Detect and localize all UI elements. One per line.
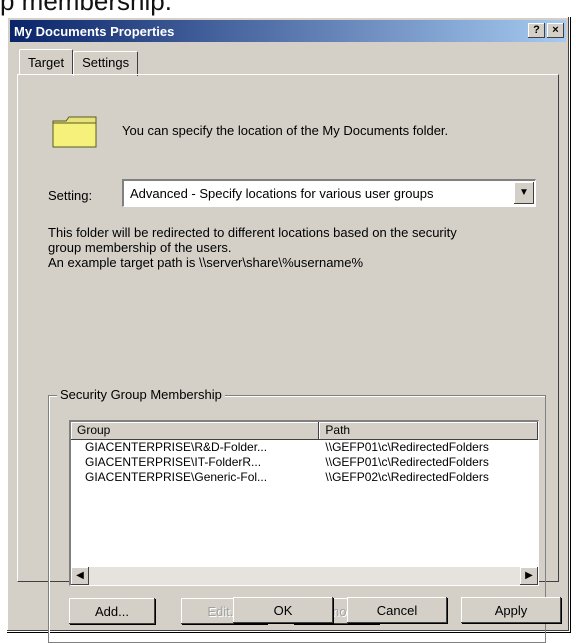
cancel-button[interactable]: Cancel <box>347 597 447 623</box>
title-bar[interactable]: My Documents Properties ? × <box>10 20 566 42</box>
table-row[interactable]: GIACENTERPRISE\R&D-Folder... \\GEFP01\c\… <box>71 440 538 455</box>
setting-label: Setting: <box>48 188 93 203</box>
path-cell: \\GEFP01\c\RedirectedFolders <box>325 440 489 454</box>
add-button[interactable]: Add... <box>69 598 155 624</box>
caption-text: p membership. <box>0 0 172 16</box>
column-path[interactable]: Path <box>319 422 538 440</box>
setting-dropdown[interactable]: Advanced - Specify locations for various… <box>122 179 536 207</box>
apply-button[interactable]: Apply <box>461 597 561 623</box>
scroll-right-icon[interactable]: ▶ <box>520 567 538 585</box>
column-group[interactable]: Group <box>71 422 320 440</box>
close-button[interactable]: × <box>547 23 564 38</box>
folder-icon <box>52 116 97 148</box>
tab-target[interactable]: Target <box>19 49 74 74</box>
description-line: This folder will be redirected to differ… <box>48 225 457 240</box>
path-cell: \\GEFP01\c\RedirectedFolders <box>325 455 489 469</box>
setting-value: Advanced - Specify locations for various… <box>130 186 434 201</box>
ok-button[interactable]: OK <box>233 597 333 623</box>
horizontal-scrollbar[interactable]: ◀ ▶ <box>71 567 538 585</box>
table-row[interactable]: GIACENTERPRISE\Generic-Fol... \\GEFP02\c… <box>71 470 538 485</box>
intro-text: You can specify the location of the My D… <box>122 123 449 138</box>
path-cell: \\GEFP02\c\RedirectedFolders <box>325 470 489 484</box>
tab-strip: Target Settings <box>19 49 139 76</box>
group-cell: GIACENTERPRISE\IT-FolderR... <box>85 455 262 469</box>
group-cell: GIACENTERPRISE\Generic-Fol... <box>85 470 268 484</box>
table-row[interactable]: GIACENTERPRISE\IT-FolderR... \\GEFP01\c\… <box>71 455 538 470</box>
list-header: Group Path <box>71 422 538 440</box>
window-title: My Documents Properties <box>14 23 175 39</box>
group-list[interactable]: Group Path GIACENTERPRISE\R&D-Folder... … <box>69 420 539 586</box>
description-line: group membership of the users. <box>48 240 232 255</box>
target-tab-panel: You can specify the location of the My D… <box>17 74 559 643</box>
tab-settings[interactable]: Settings <box>73 51 139 76</box>
group-box-title: Security Group Membership <box>57 387 225 402</box>
dropdown-arrow-icon[interactable]: ▼ <box>514 182 534 204</box>
group-cell: GIACENTERPRISE\R&D-Folder... <box>85 440 268 454</box>
properties-dialog: My Documents Properties ? × Target Setti… <box>6 16 570 643</box>
scroll-left-icon[interactable]: ◀ <box>71 567 89 585</box>
help-button[interactable]: ? <box>528 23 545 38</box>
description-line: An example target path is \\server\share… <box>48 255 364 270</box>
description: This folder will be redirected to differ… <box>48 225 457 270</box>
